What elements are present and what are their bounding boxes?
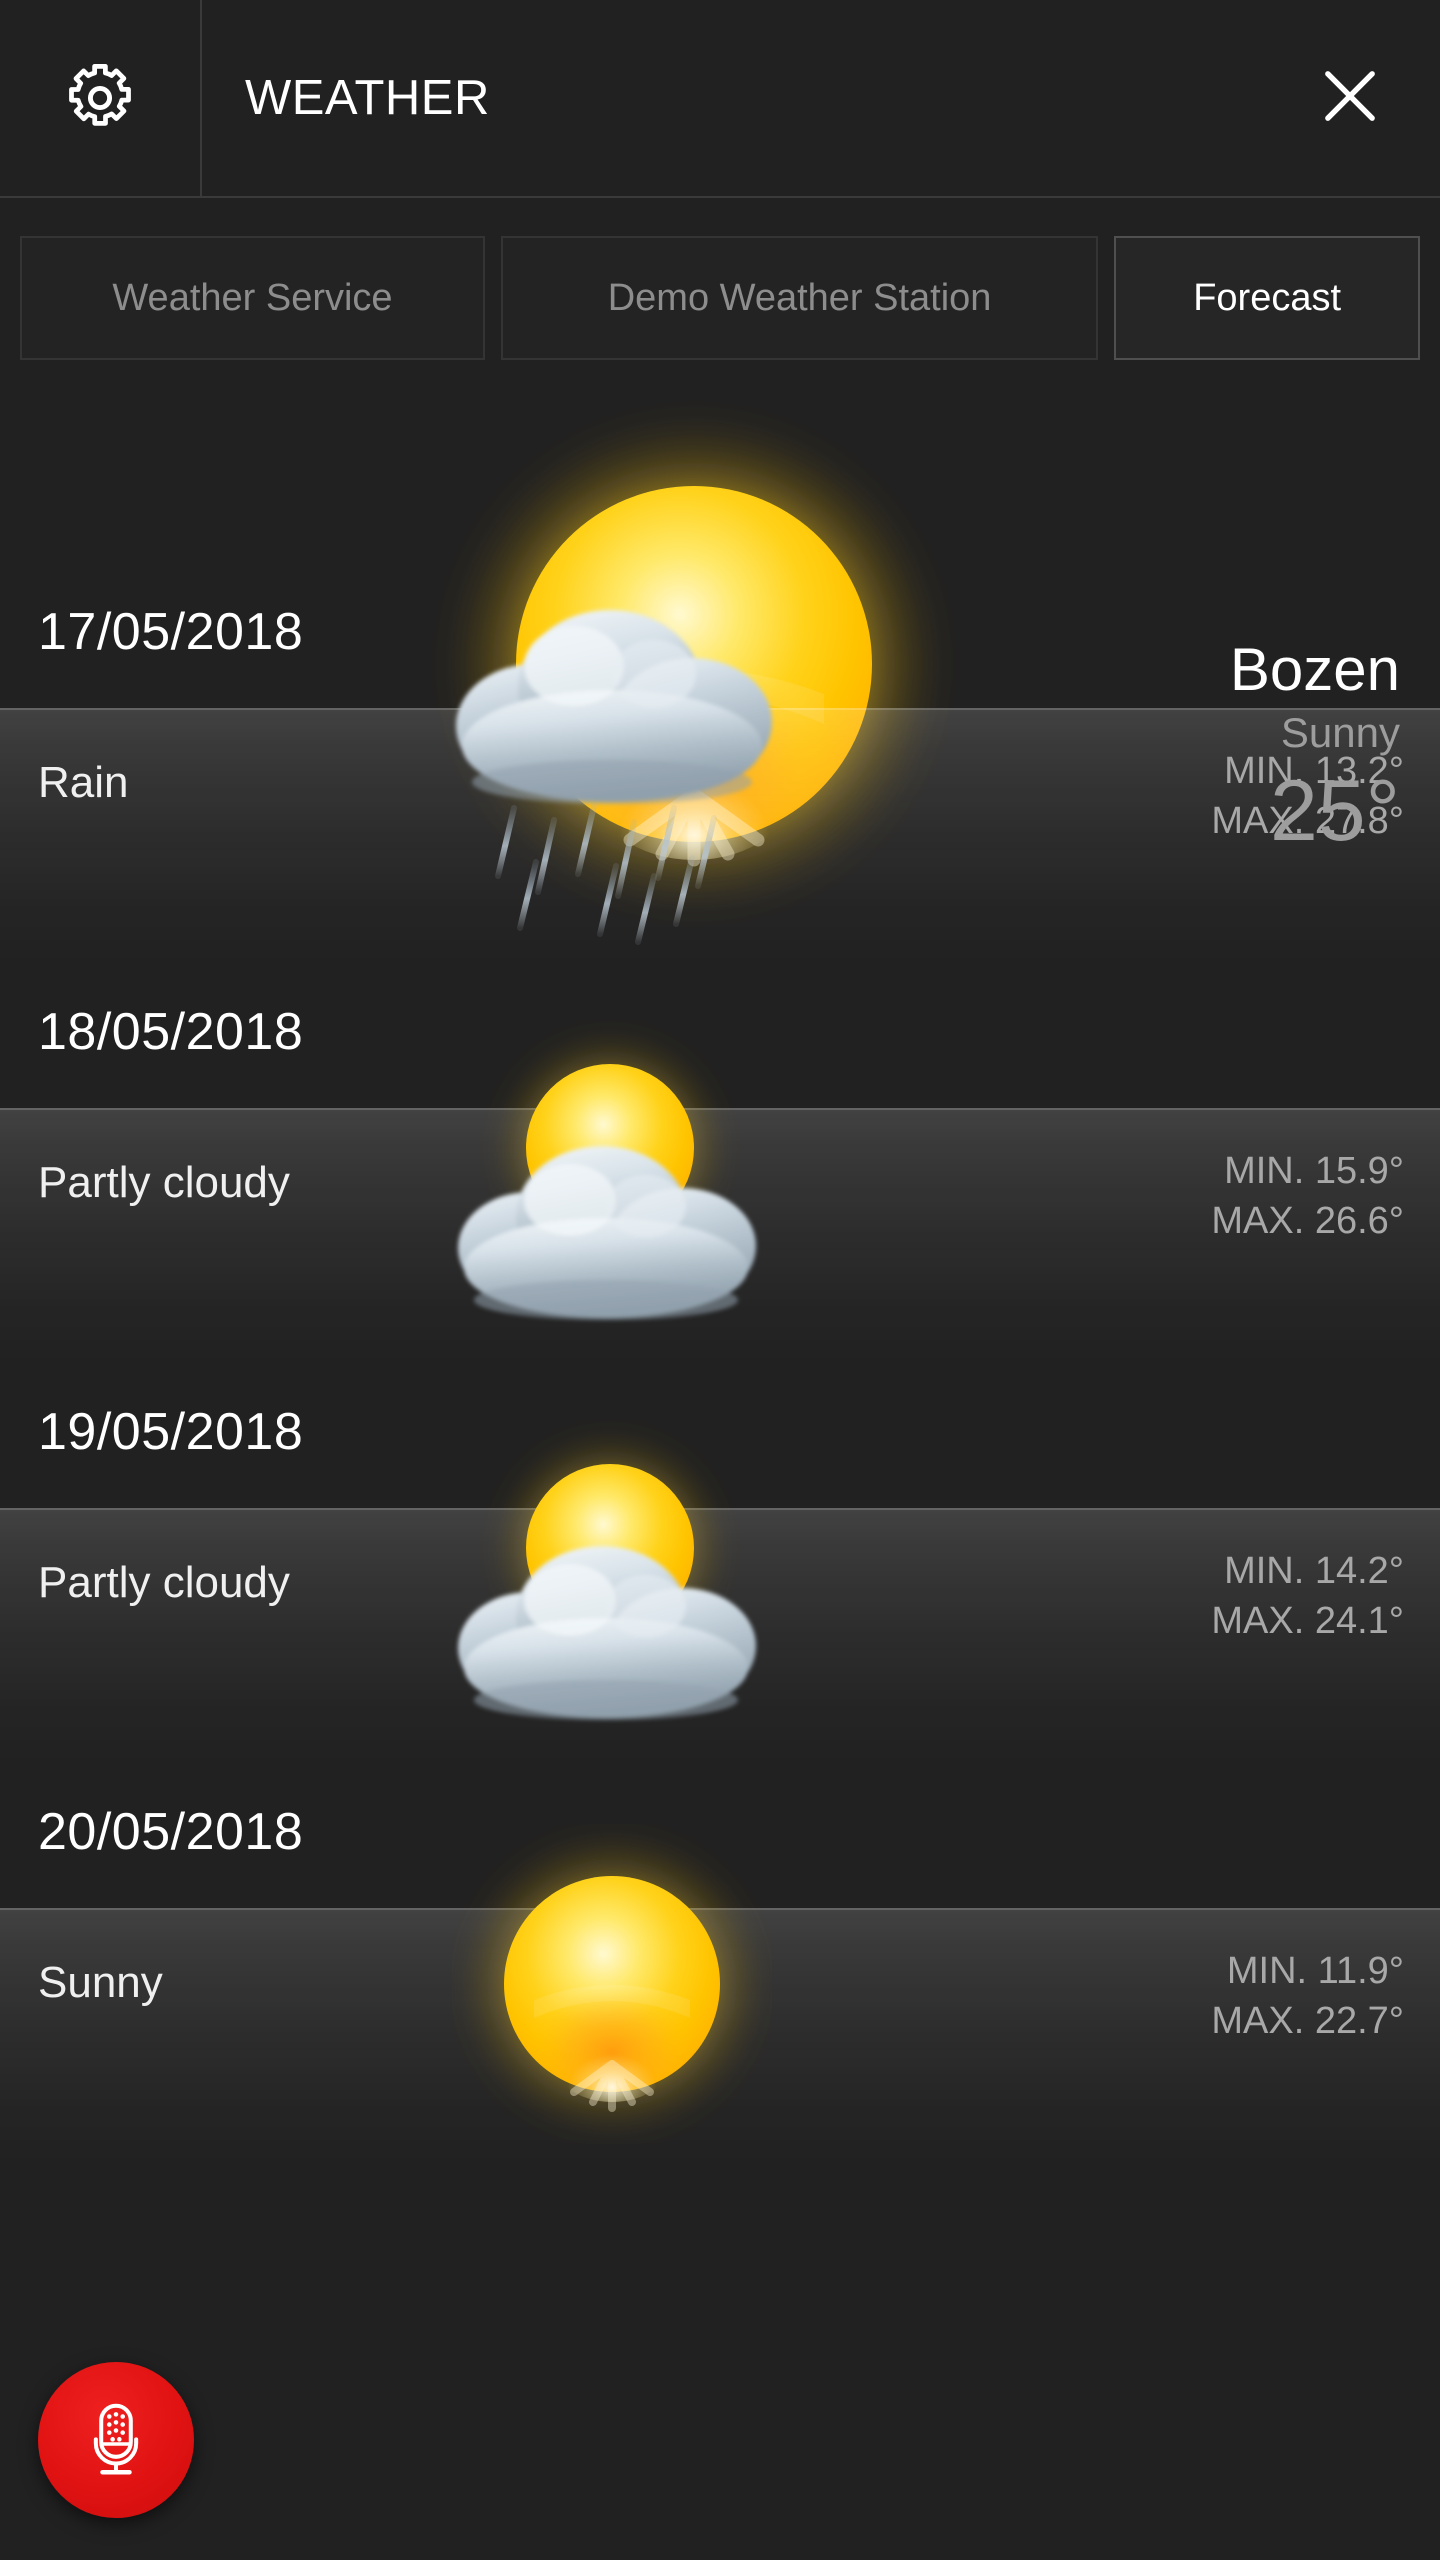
window-title-area: WEATHER xyxy=(202,0,1260,197)
forecast-min-temp: MIN. 11.9° xyxy=(1226,1950,1404,1992)
forecast-condition: Partly cloudy xyxy=(38,1158,290,1207)
tab-demo-weather-station[interactable]: Demo Weather Station xyxy=(500,236,1099,360)
window-header: WEATHER xyxy=(0,0,1440,198)
forecast-row[interactable]: 19/05/2018 Partly cloudy MIN. 14.2° MAX.… xyxy=(0,1398,1440,1798)
forecast-row[interactable]: 17/05/2018 Rain MIN. 13.2° MAX. 27.8° xyxy=(0,598,1440,998)
forecast-date: 19/05/2018 xyxy=(38,1403,304,1461)
tab-bar: Weather Service Demo Weather Station For… xyxy=(0,198,1440,398)
forecast-condition: Sunny xyxy=(38,1958,163,2007)
tab-label: Weather Service xyxy=(112,276,393,319)
current-temperature: 25° xyxy=(1269,763,1400,859)
forecast-row-band: Partly cloudy MIN. 14.2° MAX. 24.1° xyxy=(0,1508,1440,1764)
tab-label: Demo Weather Station xyxy=(607,276,992,319)
voice-command-button[interactable] xyxy=(38,2362,194,2518)
forecast-row-band: Sunny MIN. 11.9° MAX. 22.7° xyxy=(0,1908,1440,2164)
forecast-temperature-range: MIN. 11.9° MAX. 22.7° xyxy=(1211,1946,1404,2046)
forecast-row[interactable]: 18/05/2018 Partly cloudy MIN. 15.9° MAX.… xyxy=(0,998,1440,1398)
forecast-min-temp: MIN. 15.9° xyxy=(1224,1150,1404,1192)
weather-app-window: WEATHER Weather Service Demo Weather Sta… xyxy=(0,0,1440,2560)
forecast-list: 17/05/2018 Rain MIN. 13.2° MAX. 27.8° 18… xyxy=(0,398,1440,2560)
forecast-temperature-range: MIN. 15.9° MAX. 26.6° xyxy=(1211,1146,1404,1246)
forecast-condition: Partly cloudy xyxy=(38,1558,290,1607)
forecast-date: 18/05/2018 xyxy=(38,1003,304,1061)
forecast-condition: Rain xyxy=(38,758,129,807)
settings-button[interactable] xyxy=(0,0,202,197)
forecast-row-band: Partly cloudy MIN. 15.9° MAX. 26.6° xyxy=(0,1108,1440,1364)
page-title: WEATHER xyxy=(245,71,490,125)
close-button[interactable] xyxy=(1260,0,1440,197)
forecast-date: 20/05/2018 xyxy=(38,1803,304,1861)
forecast-max-temp: MAX. 22.7° xyxy=(1211,2000,1404,2043)
forecast-content: Bozen Sunny 25° 17/05/2018 Rain MIN. 13.… xyxy=(0,398,1440,2560)
forecast-temperature-range: MIN. 14.2° MAX. 24.1° xyxy=(1211,1546,1404,1646)
microphone-icon xyxy=(73,2395,159,2486)
forecast-date: 17/05/2018 xyxy=(38,603,304,661)
gear-icon xyxy=(62,60,138,136)
tab-label: Forecast xyxy=(1193,276,1342,319)
forecast-row-band: Rain MIN. 13.2° MAX. 27.8° xyxy=(0,708,1440,964)
close-icon xyxy=(1312,58,1388,139)
current-condition: Sunny xyxy=(1280,709,1400,756)
forecast-max-temp: MAX. 26.6° xyxy=(1211,1200,1404,1243)
tab-forecast[interactable]: Forecast xyxy=(1114,236,1420,360)
tab-weather-service[interactable]: Weather Service xyxy=(20,236,485,360)
forecast-row[interactable]: 20/05/2018 Sunny MIN. 11.9° MAX. 22.7° xyxy=(0,1798,1440,2198)
current-city: Bozen xyxy=(1229,636,1400,703)
forecast-max-temp: MAX. 24.1° xyxy=(1211,1600,1404,1643)
current-conditions: Bozen Sunny 25° xyxy=(1230,638,1400,859)
forecast-min-temp: MIN. 14.2° xyxy=(1224,1550,1404,1592)
